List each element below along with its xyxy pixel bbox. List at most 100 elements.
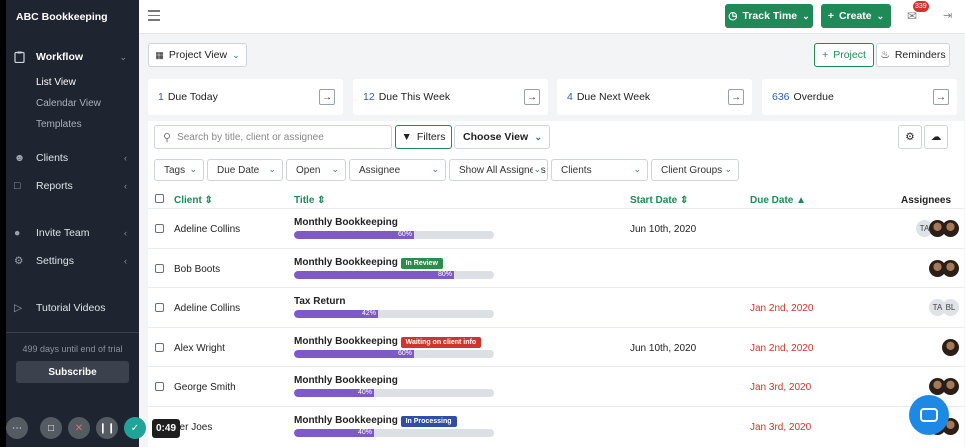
filter-clients[interactable]: Clients ⌄ xyxy=(551,159,648,181)
row-checkbox[interactable] xyxy=(155,303,164,312)
row-checkbox[interactable] xyxy=(155,263,164,273)
client-name[interactable]: Adeline Collins xyxy=(174,303,240,314)
row-checkbox[interactable] xyxy=(155,342,164,352)
column-header-due-date[interactable]: Due Date ▲ xyxy=(750,195,806,206)
search-box[interactable]: ⚲ Search by title, client or assignee xyxy=(154,125,392,149)
client-name[interactable]: George Smith xyxy=(174,382,236,393)
sidebar-item-workflow[interactable]: Workflow ⌄ xyxy=(6,46,139,68)
table-row[interactable]: Adeline Collins Tax Return 42% Jan 2nd, 202… xyxy=(148,287,964,327)
arrow-right-icon[interactable]: → xyxy=(524,89,540,105)
camera-icon[interactable]: □ xyxy=(40,417,62,439)
chevron-down-icon: ⌄ xyxy=(189,164,197,174)
settings-gear-button[interactable]: ⚙ xyxy=(898,125,922,149)
column-header-client[interactable]: Client ⇕ xyxy=(174,195,213,206)
close-icon[interactable]: ✕ xyxy=(68,417,90,439)
avatar[interactable] xyxy=(942,378,959,395)
subscribe-button[interactable]: Subscribe xyxy=(16,361,129,383)
column-header-title[interactable]: Title ⇕ xyxy=(294,195,326,206)
hamburger-menu-icon[interactable] xyxy=(148,10,160,21)
track-time-button[interactable]: ◷ Track Time ⌄ xyxy=(725,4,813,28)
filter-tags[interactable]: Tags ⌄ xyxy=(154,159,204,181)
choose-view-label: Choose View xyxy=(463,131,529,143)
project-view-label: Project View xyxy=(168,49,228,61)
sidebar-subitem-templates[interactable]: Templates xyxy=(36,119,82,130)
row-checkbox[interactable] xyxy=(155,382,164,391)
column-header-start-date[interactable]: Start Date ⇕ xyxy=(630,195,688,206)
table-row[interactable]: Adeline Collins Monthly Bookkeeping 60% Jun… xyxy=(148,208,964,248)
plus-icon: + xyxy=(822,49,829,61)
chevron-down-icon: ⌄ xyxy=(331,164,339,174)
overdue-card[interactable]: 636 Overdue → xyxy=(762,79,957,115)
sidebar-subitem-list-view[interactable]: List View xyxy=(36,77,76,88)
table-row[interactable]: George Smith Monthly Bookkeeping 40% Jan 3r… xyxy=(148,366,964,406)
sidebar-item-tutorial-videos[interactable]: ▷ Tutorial Videos xyxy=(6,297,139,319)
sidebar-item-label: Workflow xyxy=(36,51,84,63)
chevron-left-icon: ‹ xyxy=(124,153,127,163)
users-icon: ☻ xyxy=(14,152,26,164)
sidebar-subitem-calendar-view[interactable]: Calendar View xyxy=(36,98,101,109)
progress-fill: 80% xyxy=(294,270,454,279)
client-name[interactable]: Bob Boots xyxy=(174,264,220,275)
export-button[interactable]: ☁ xyxy=(924,125,948,149)
row-checkbox[interactable] xyxy=(155,224,164,233)
gear-icon: ⚙ xyxy=(905,131,915,143)
chevron-down-icon: ⌄ xyxy=(534,131,542,142)
filters-button[interactable]: ▼ Filters xyxy=(395,125,452,149)
start-date: Jun 10th, 2020 xyxy=(630,224,697,235)
sidebar-item-label: Clients xyxy=(36,152,69,164)
client-name[interactable]: Alex Wright xyxy=(174,343,225,354)
avatar[interactable] xyxy=(942,220,959,237)
search-input[interactable]: Search by title, client or assignee xyxy=(177,132,324,143)
project-title[interactable]: Monthly Bookkeeping xyxy=(294,217,398,228)
due-next-week-card[interactable]: 4 Due Next Week → xyxy=(557,79,752,115)
checkmark-icon[interactable]: ✓ xyxy=(124,417,146,439)
project-title[interactable]: Monthly Bookkeeping xyxy=(294,375,398,386)
project-view-dropdown[interactable]: ▦ Project View ⌄ xyxy=(148,43,247,67)
chat-launcher-button[interactable] xyxy=(909,395,949,435)
project-title[interactable]: Tax Return xyxy=(294,296,346,307)
more-options-icon[interactable]: ⋯ xyxy=(6,417,28,439)
brand-name: ABC Bookkeeping xyxy=(16,11,108,23)
project-title[interactable]: Monthly Bookkeeping xyxy=(294,415,398,426)
table-row[interactable]: der Joes Monthly Bookkeeping In Processing… xyxy=(148,405,964,446)
avatar[interactable] xyxy=(942,259,959,277)
sidebar-item-clients[interactable]: ☻ Clients ‹ xyxy=(6,147,139,169)
sidebar-item-reports[interactable]: □ Reports ‹ xyxy=(6,175,139,197)
chevron-down-icon: ⌄ xyxy=(876,10,885,21)
avatar[interactable]: BL xyxy=(942,299,959,316)
choose-view-dropdown[interactable]: Choose View ⌄ xyxy=(454,125,550,149)
filter-status[interactable]: Open ⌄ xyxy=(286,159,346,181)
sidebar-item-invite-team[interactable]: ● Invite Team ‹ xyxy=(6,222,139,244)
arrow-right-icon[interactable]: → xyxy=(933,89,949,105)
client-name[interactable]: Adeline Collins xyxy=(174,224,240,235)
table-row[interactable]: Bob Boots Monthly Bookkeeping In Review 80% xyxy=(148,247,964,288)
project-title[interactable]: Monthly Bookkeeping xyxy=(294,336,398,347)
avatar[interactable] xyxy=(942,338,959,356)
filter-due-date[interactable]: Due Date ⌄ xyxy=(207,159,283,181)
project-title[interactable]: Monthly Bookkeeping xyxy=(294,257,398,268)
filter-client-groups[interactable]: Client Groups ⌄ xyxy=(651,159,739,181)
card-count: 1 xyxy=(158,91,164,103)
select-all-checkbox[interactable] xyxy=(155,194,164,203)
filter-assignee[interactable]: Assignee ⌄ xyxy=(349,159,446,181)
create-button[interactable]: + Create ⌄ xyxy=(821,4,891,28)
bell-icon: ♨ xyxy=(880,49,890,61)
create-label: Create xyxy=(838,10,872,22)
table-row[interactable]: Alex Wright Monthly Bookkeeping Waiting on… xyxy=(148,326,964,367)
due-today-card[interactable]: 1 Due Today → xyxy=(148,79,343,115)
add-project-button[interactable]: + Project xyxy=(814,43,874,67)
track-time-label: Track Time xyxy=(742,10,798,22)
chevron-down-icon: ⌄ xyxy=(268,164,276,174)
sidebar-item-settings[interactable]: ⚙ Settings ‹ xyxy=(6,250,139,272)
progress-bar: 40% xyxy=(294,389,494,397)
chevron-down-icon: ⌄ xyxy=(533,164,541,175)
logout-icon[interactable]: ⇥ xyxy=(943,9,952,22)
arrow-right-icon[interactable]: → xyxy=(319,89,335,105)
video-icon: ▷ xyxy=(14,302,23,314)
chevron-left-icon: ‹ xyxy=(124,181,127,191)
filter-show-all-assignees[interactable]: Show All Assignees ⌄ xyxy=(449,159,548,181)
reminders-button[interactable]: ♨ Reminders xyxy=(876,43,950,67)
arrow-right-icon[interactable]: → xyxy=(728,89,744,105)
pause-icon[interactable]: ❙❙ xyxy=(96,417,118,439)
due-this-week-card[interactable]: 12 Due This Week → xyxy=(353,79,548,115)
